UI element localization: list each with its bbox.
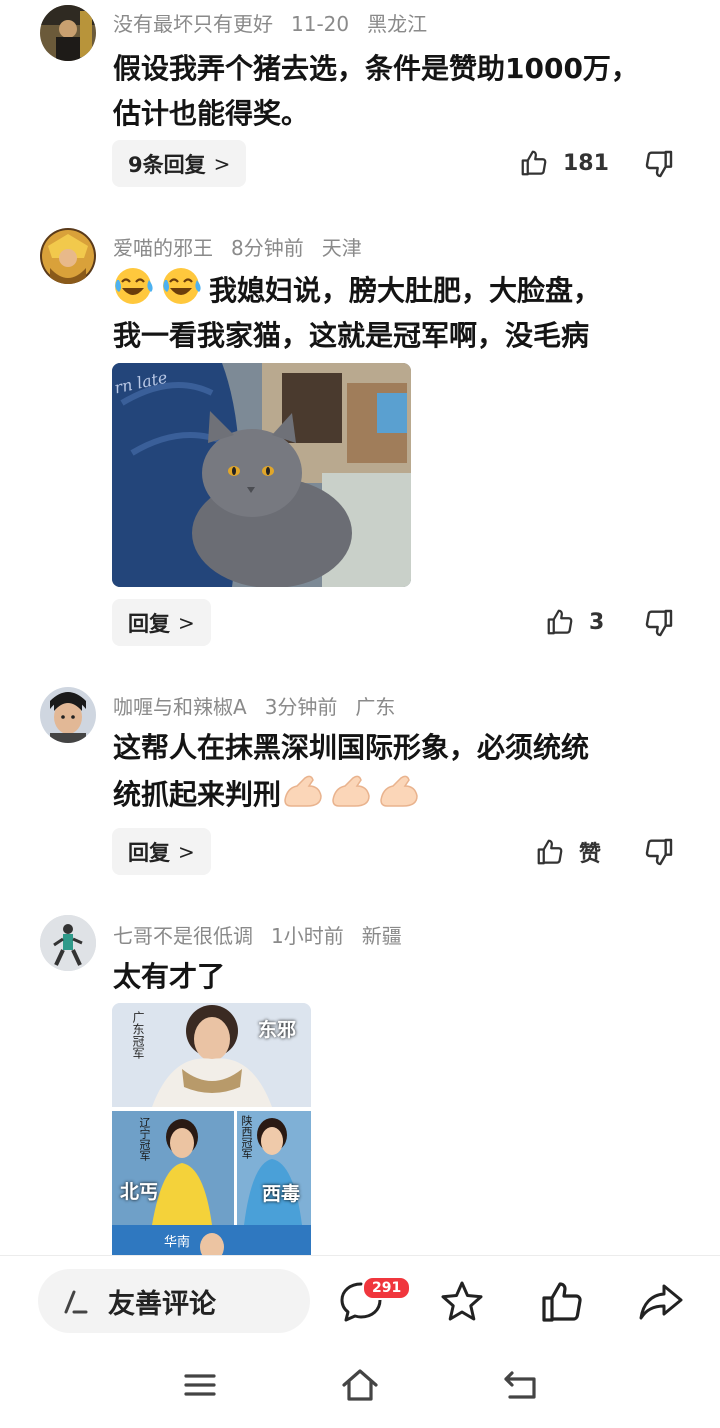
meme-caption: 辽宁冠军: [138, 1117, 151, 1161]
chevron-right-icon: >: [178, 839, 195, 864]
thumbs-down-icon: [645, 150, 673, 178]
username[interactable]: 七哥不是很低调: [113, 924, 253, 948]
location: 广东: [355, 695, 396, 719]
meme-caption: 西毒: [262, 1183, 301, 1205]
chevron-right-icon: >: [213, 151, 231, 176]
meme-caption: 北丐: [120, 1181, 159, 1203]
comment-meta: 七哥不是很低调 1小时前 新疆: [113, 920, 420, 949]
comment-text: 假设我弄个猪去选，条件是赞助1000万， 估计也能得奖。: [113, 52, 639, 130]
menu-button[interactable]: [182, 1367, 218, 1407]
avatar[interactable]: [40, 5, 96, 61]
compose-placeholder: 友善评论: [108, 1288, 216, 1320]
flexed-biceps-emoji-icon: [380, 775, 418, 807]
location: 新疆: [361, 924, 402, 948]
location: 天津: [321, 236, 362, 260]
timestamp: 8分钟前: [231, 236, 304, 260]
back-button[interactable]: [500, 1367, 540, 1407]
share-arrow-icon: [639, 1284, 683, 1320]
meme-caption: 东邪: [258, 1019, 297, 1041]
timestamp: 1小时前: [271, 924, 344, 948]
meme-caption: 陕西冠军: [240, 1115, 253, 1159]
home-icon: [342, 1369, 378, 1401]
avatar[interactable]: [40, 228, 96, 284]
cat-photo[interactable]: rn late: [112, 363, 411, 587]
thumbs-down-icon: [645, 609, 673, 637]
star-icon: [441, 1281, 483, 1321]
reply-button[interactable]: 回复 >: [112, 599, 211, 646]
laughing-crying-emoji-icon: [163, 268, 201, 304]
comment-text: 太有才了: [113, 960, 226, 993]
reply-button[interactable]: 回复 >: [112, 828, 211, 875]
username[interactable]: 爱喵的邪王: [113, 236, 213, 260]
thumbs-up-icon: [521, 150, 547, 176]
comment-meta: 咖喱与和辣椒A 3分钟前 广东: [113, 691, 413, 720]
avatar[interactable]: [40, 687, 96, 743]
meme-caption: 华南: [164, 1235, 191, 1250]
like-article-button[interactable]: [538, 1278, 586, 1330]
back-icon: [504, 1371, 536, 1399]
username[interactable]: 咖喱与和辣椒A: [113, 695, 247, 719]
dislike-button[interactable]: [643, 836, 675, 872]
like-button[interactable]: 赞: [535, 836, 601, 868]
meme-image[interactable]: 广东冠军 东邪 辽宁冠军 陕西冠军 北丐 西毒 华南: [112, 1003, 311, 1255]
favorite-button[interactable]: [438, 1278, 486, 1330]
like-count: 3: [589, 609, 605, 635]
like-count: 赞: [579, 842, 602, 867]
thumbs-up-icon: [537, 839, 563, 865]
flexed-biceps-emoji-icon: [284, 775, 322, 807]
thumbs-up-icon: [542, 1282, 582, 1322]
username[interactable]: 没有最坏只有更好: [113, 12, 273, 36]
like-button[interactable]: 3: [545, 607, 604, 637]
home-button[interactable]: [340, 1367, 380, 1407]
pencil-icon: [64, 1290, 88, 1314]
comment-text: 我媳妇说，膀大肚肥，大脸盘， 我一看我家猫，这就是冠军啊，没毛病: [113, 266, 693, 358]
like-count: 181: [563, 150, 609, 176]
laughing-crying-emoji-icon: [115, 268, 153, 304]
comment-text: 这帮人在抹黑深圳国际形象，必须统统 统抓起来判刑: [113, 731, 590, 811]
thumbs-down-icon: [645, 838, 673, 866]
location: 黑龙江: [367, 12, 428, 36]
system-nav-bar: [0, 1345, 720, 1428]
menu-icon: [184, 1374, 216, 1396]
compose-comment-input[interactable]: 友善评论: [38, 1269, 310, 1333]
timestamp: 3分钟前: [264, 695, 338, 719]
replies-button[interactable]: 9条回复 >: [112, 140, 247, 187]
comment-count-badge: 291: [362, 1276, 412, 1300]
avatar[interactable]: [40, 915, 96, 971]
timestamp: 11-20: [291, 12, 350, 36]
thumbs-up-icon: [547, 609, 573, 635]
dislike-button[interactable]: [643, 607, 675, 643]
share-button[interactable]: [637, 1278, 685, 1330]
dislike-button[interactable]: [643, 148, 675, 184]
comment-meta: 爱喵的邪王 8分钟前 天津: [113, 232, 380, 261]
meme-caption: 广东冠军: [131, 1011, 145, 1059]
like-button[interactable]: 181: [519, 148, 609, 178]
chevron-right-icon: >: [178, 610, 195, 635]
comment-meta: 没有最坏只有更好 11-20 黑龙江: [113, 8, 445, 37]
bottom-action-bar: 友善评论: [0, 1255, 720, 1345]
flexed-biceps-emoji-icon: [332, 775, 370, 807]
